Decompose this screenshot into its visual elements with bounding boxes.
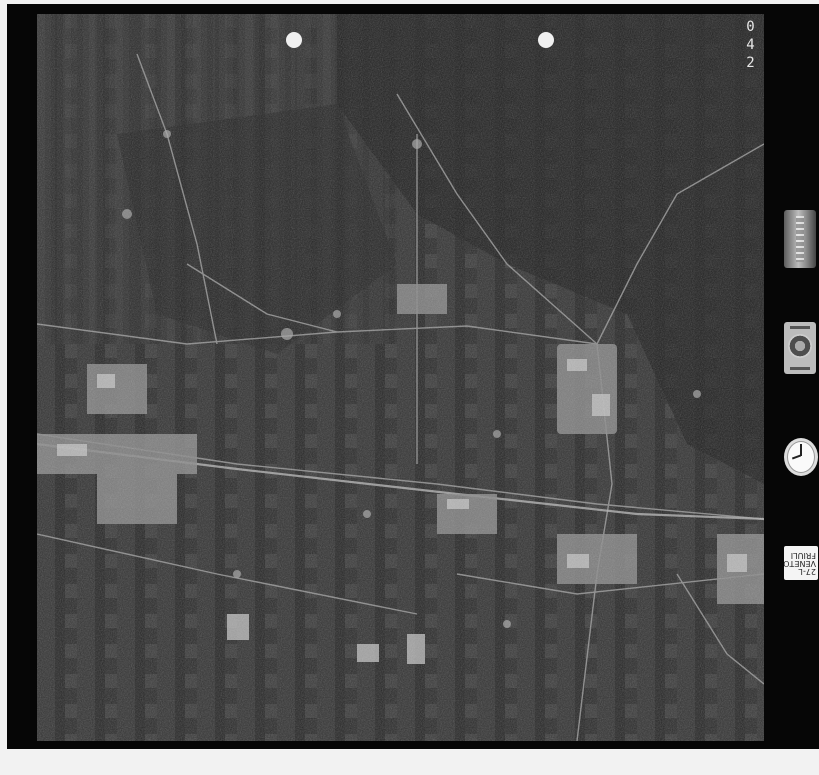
altimeter-gauge — [784, 210, 816, 268]
aerial-photo — [37, 14, 764, 741]
registration-hole-left — [286, 32, 302, 48]
registration-hole-right — [538, 32, 554, 48]
aerial-terrain-svg — [37, 14, 764, 741]
bubble-level — [784, 322, 816, 374]
level-marking — [790, 326, 810, 329]
region-label-card: 27-L VENETO FRIULI — [784, 546, 818, 580]
frame-digit: 4 — [746, 37, 756, 53]
region-label-line: 27-L — [798, 567, 816, 576]
frame-digit: 0 — [746, 19, 756, 35]
frame-number: 0 4 2 — [741, 18, 761, 72]
level-marking — [790, 367, 810, 370]
frame-digit: 2 — [746, 55, 756, 71]
region-label-line: VENETO — [784, 559, 816, 568]
clock-dial — [784, 438, 818, 476]
altimeter-scale — [796, 216, 804, 262]
level-bubble-icon — [788, 334, 812, 358]
region-label-line: FRIULI — [790, 551, 816, 560]
